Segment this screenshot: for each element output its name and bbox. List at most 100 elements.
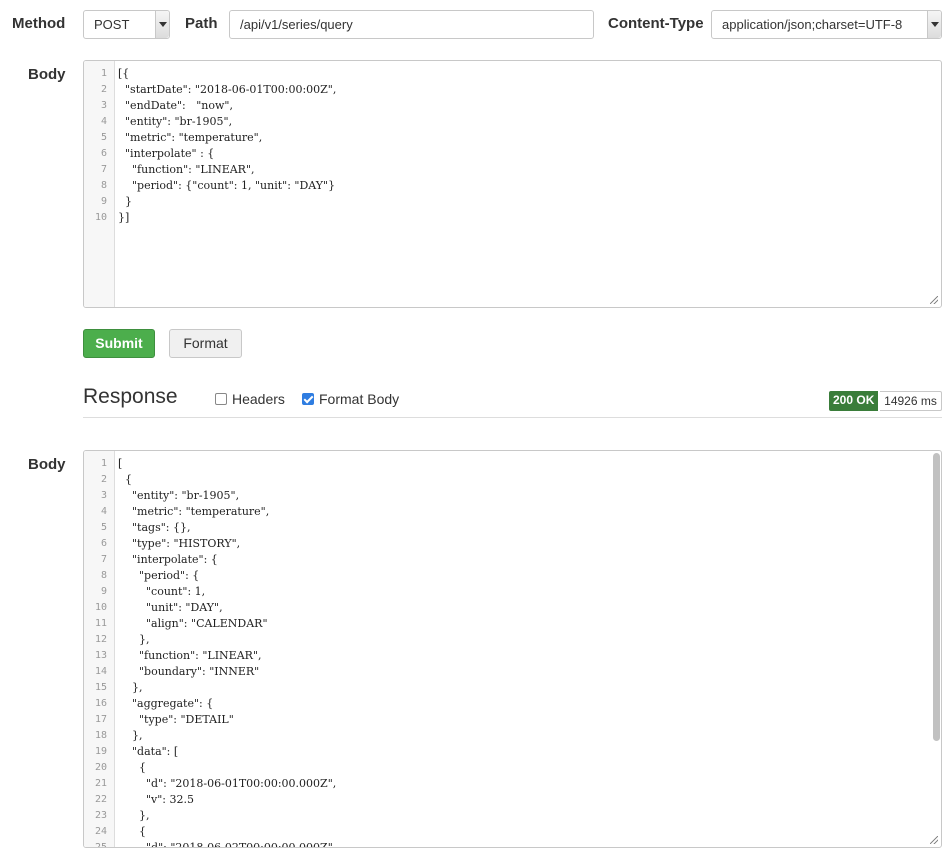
line-number: 9 bbox=[100, 196, 107, 207]
line-number: 15 bbox=[94, 682, 107, 693]
request-body-editor[interactable]: 1 2 3 4 5 6 7 8 9 10 [{ "startDate": "2018-06-01T… bbox=[83, 60, 942, 308]
code-line: "interpolate": { bbox=[118, 553, 218, 566]
response-body-editor[interactable]: 1 2 3 4 5 6 7 8 9 10 11 12 13 14 15 16 17 18 19 20 21 22 23 24 2… bbox=[83, 450, 942, 848]
path-value: /api/v1/series/query bbox=[240, 17, 353, 32]
line-number: 14 bbox=[94, 666, 107, 677]
path-label: Path bbox=[185, 15, 218, 32]
code-line: "entity": "br-1905", bbox=[118, 489, 240, 502]
code-line: "endDate": "now", bbox=[118, 99, 233, 112]
request-body-label: Body bbox=[28, 66, 66, 83]
code-line: "function": "LINEAR", bbox=[118, 163, 255, 176]
code-line: "data": [ bbox=[118, 745, 179, 758]
line-number: 9 bbox=[100, 586, 107, 597]
code-line: "type": "DETAIL" bbox=[118, 713, 234, 726]
code-line: { bbox=[118, 825, 146, 838]
line-number: 19 bbox=[94, 746, 107, 757]
headers-checkbox[interactable] bbox=[215, 393, 227, 405]
code-line: "type": "HISTORY", bbox=[118, 537, 241, 550]
line-number: 6 bbox=[100, 538, 107, 549]
code-line: "d": "2018-06-02T00:00:00.000Z", bbox=[118, 841, 337, 848]
line-number: 7 bbox=[100, 554, 107, 565]
line-number: 13 bbox=[94, 650, 107, 661]
response-body-label: Body bbox=[28, 456, 66, 473]
line-number: 10 bbox=[94, 212, 107, 223]
line-number: 12 bbox=[94, 634, 107, 645]
path-input[interactable]: /api/v1/series/query bbox=[229, 10, 594, 39]
content-type-select[interactable]: application/json;charset=UTF-8 bbox=[711, 10, 942, 39]
line-number: 3 bbox=[100, 490, 107, 501]
chevron-down-icon bbox=[927, 11, 941, 38]
line-number-gutter: 1 2 3 4 5 6 7 8 9 10 bbox=[84, 61, 115, 307]
method-select[interactable]: POST bbox=[83, 10, 170, 39]
chevron-down-icon bbox=[155, 11, 169, 38]
content-type-label: Content-Type bbox=[608, 15, 704, 32]
duration-badge: 14926 ms bbox=[880, 391, 942, 411]
format-body-label: Format Body bbox=[319, 391, 400, 407]
line-number: 18 bbox=[94, 730, 107, 741]
line-number: 6 bbox=[100, 148, 107, 159]
line-number: 7 bbox=[100, 164, 107, 175]
code-line: "unit": "DAY", bbox=[118, 601, 223, 614]
code-line: "function": "LINEAR", bbox=[118, 649, 262, 662]
code-line: [{ bbox=[118, 67, 130, 80]
code-line: "period": {"count": 1, "unit": "DAY"} bbox=[118, 179, 336, 192]
line-number: 16 bbox=[94, 698, 107, 709]
resize-handle-icon[interactable] bbox=[930, 296, 938, 304]
method-label: Method bbox=[12, 15, 66, 32]
code-line: }, bbox=[118, 633, 150, 646]
headers-label: Headers bbox=[232, 391, 285, 407]
code-line: "metric": "temperature", bbox=[118, 505, 270, 518]
line-number: 11 bbox=[94, 618, 107, 629]
code-line: "count": 1, bbox=[118, 585, 206, 598]
format-button[interactable]: Format bbox=[169, 329, 242, 358]
code-line: }, bbox=[118, 681, 143, 694]
code-line: "interpolate" : { bbox=[118, 147, 215, 160]
line-number: 4 bbox=[100, 116, 107, 127]
code-line: }] bbox=[118, 211, 130, 224]
line-number: 8 bbox=[100, 570, 107, 581]
method-value: POST bbox=[94, 17, 130, 32]
code-line: "entity": "br-1905", bbox=[118, 115, 233, 128]
code-line: } bbox=[118, 195, 132, 208]
line-number: 5 bbox=[100, 132, 107, 143]
response-title: Response bbox=[83, 385, 178, 408]
line-number: 1 bbox=[100, 458, 107, 469]
status-badge: 200 OK bbox=[829, 391, 879, 411]
line-number: 17 bbox=[94, 714, 107, 725]
code-line: }, bbox=[118, 809, 150, 822]
line-number: 20 bbox=[94, 762, 107, 773]
line-number: 23 bbox=[94, 810, 107, 821]
scrollbar[interactable] bbox=[933, 453, 940, 741]
line-number: 2 bbox=[100, 84, 107, 95]
code-line: "aggregate": { bbox=[118, 697, 214, 710]
resize-handle-icon[interactable] bbox=[930, 836, 938, 844]
line-number-gutter: 1 2 3 4 5 6 7 8 9 10 11 12 13 14 15 16 17 18 19 20 21 22 23 24 2… bbox=[84, 451, 115, 847]
line-number: 8 bbox=[100, 180, 107, 191]
submit-button[interactable]: Submit bbox=[83, 329, 155, 358]
line-number: 1 bbox=[100, 68, 107, 79]
code-line: }, bbox=[118, 729, 143, 742]
line-number: 4 bbox=[100, 506, 107, 517]
line-number: 21 bbox=[94, 778, 107, 789]
code-line: "tags": {}, bbox=[118, 521, 191, 534]
code-line: "startDate": "2018-06-01T00:00:00Z", bbox=[118, 83, 337, 96]
code-line: "v": 32.5 bbox=[118, 793, 195, 806]
code-line: "period": { bbox=[118, 569, 200, 582]
line-number: 10 bbox=[94, 602, 107, 613]
line-number: 3 bbox=[100, 100, 107, 111]
code-line: { bbox=[118, 761, 146, 774]
request-body-code[interactable]: [{ "startDate": "2018-06-01T00:00:00Z", … bbox=[118, 66, 336, 226]
line-number: 22 bbox=[94, 794, 107, 805]
code-line: { bbox=[118, 473, 132, 486]
code-line: "metric": "temperature", bbox=[118, 131, 263, 144]
format-body-checkbox[interactable] bbox=[302, 393, 314, 405]
response-body-code[interactable]: [ { "entity": "br-1905", "metric": "temp… bbox=[118, 456, 337, 848]
line-number: 24 bbox=[94, 826, 107, 837]
code-line: [ bbox=[118, 457, 123, 470]
code-line: "d": "2018-06-01T00:00:00.000Z", bbox=[118, 777, 337, 790]
line-number: 2 bbox=[100, 474, 107, 485]
content-type-value: application/json;charset=UTF-8 bbox=[722, 17, 903, 32]
line-number: 25 bbox=[94, 842, 107, 848]
divider bbox=[83, 417, 942, 418]
code-line: "boundary": "INNER" bbox=[118, 665, 260, 678]
